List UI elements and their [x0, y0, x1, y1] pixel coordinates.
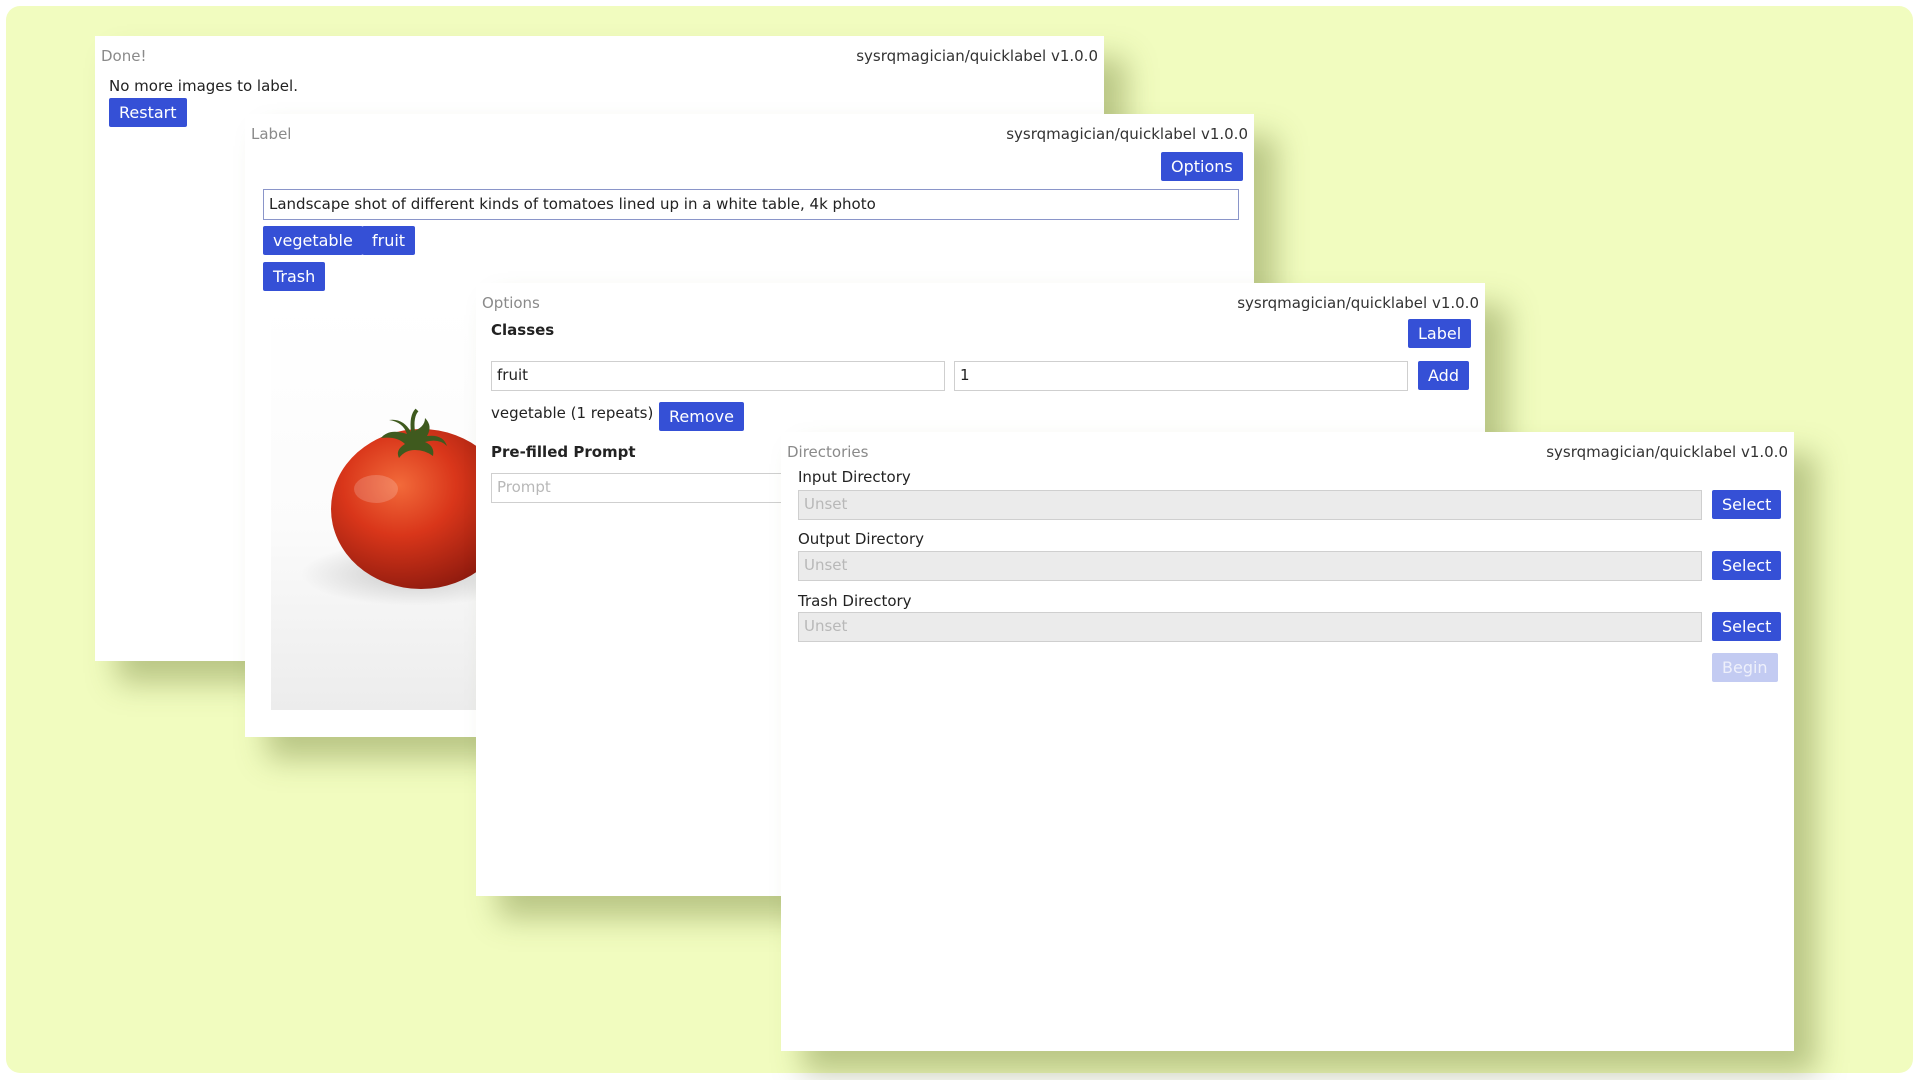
existing-class-label: vegetable (1 repeats) — [491, 404, 654, 422]
trash-button[interactable]: Trash — [263, 262, 326, 291]
class-button-vegetable[interactable]: vegetable — [263, 226, 363, 255]
app-version: sysrqmagician/quicklabel v1.0.0 — [1546, 443, 1788, 461]
select-trash-directory-button[interactable]: Select — [1712, 612, 1782, 641]
prefilled-prompt-heading: Pre-filled Prompt — [491, 443, 636, 461]
select-output-directory-button[interactable]: Select — [1712, 551, 1782, 580]
input-directory-label: Input Directory — [798, 468, 911, 486]
class-name-input[interactable]: fruit — [491, 361, 945, 391]
app-version: sysrqmagician/quicklabel v1.0.0 — [1237, 294, 1479, 312]
class-button-fruit[interactable]: fruit — [362, 226, 416, 255]
prompt-input[interactable]: Landscape shot of different kinds of tom… — [263, 189, 1239, 220]
repeat-count-input[interactable]: 1 — [954, 361, 1408, 391]
output-directory-label: Output Directory — [798, 530, 925, 548]
select-input-directory-button[interactable]: Select — [1712, 490, 1782, 519]
app-version: sysrqmagician/quicklabel v1.0.0 — [856, 47, 1098, 65]
label-button[interactable]: Label — [1408, 319, 1472, 348]
options-window-title: Options — [482, 294, 540, 312]
label-window-title: Label — [251, 125, 292, 143]
no-more-images-message: No more images to label. — [109, 77, 298, 95]
app-version: sysrqmagician/quicklabel v1.0.0 — [1006, 125, 1248, 143]
begin-button[interactable]: Begin — [1712, 653, 1778, 682]
options-button[interactable]: Options — [1161, 152, 1243, 181]
classes-heading: Classes — [491, 321, 555, 339]
output-directory-field: Unset — [798, 551, 1702, 581]
done-window-title: Done! — [101, 47, 147, 65]
input-directory-field: Unset — [798, 490, 1702, 520]
directories-window-title: Directories — [787, 443, 869, 461]
trash-directory-label: Trash Directory — [798, 592, 912, 610]
restart-button[interactable]: Restart — [109, 98, 187, 127]
directories-window: Directories sysrqmagician/quicklabel v1.… — [781, 432, 1794, 1051]
add-class-button[interactable]: Add — [1418, 361, 1469, 390]
trash-directory-field: Unset — [798, 612, 1702, 642]
remove-class-button[interactable]: Remove — [659, 402, 744, 431]
